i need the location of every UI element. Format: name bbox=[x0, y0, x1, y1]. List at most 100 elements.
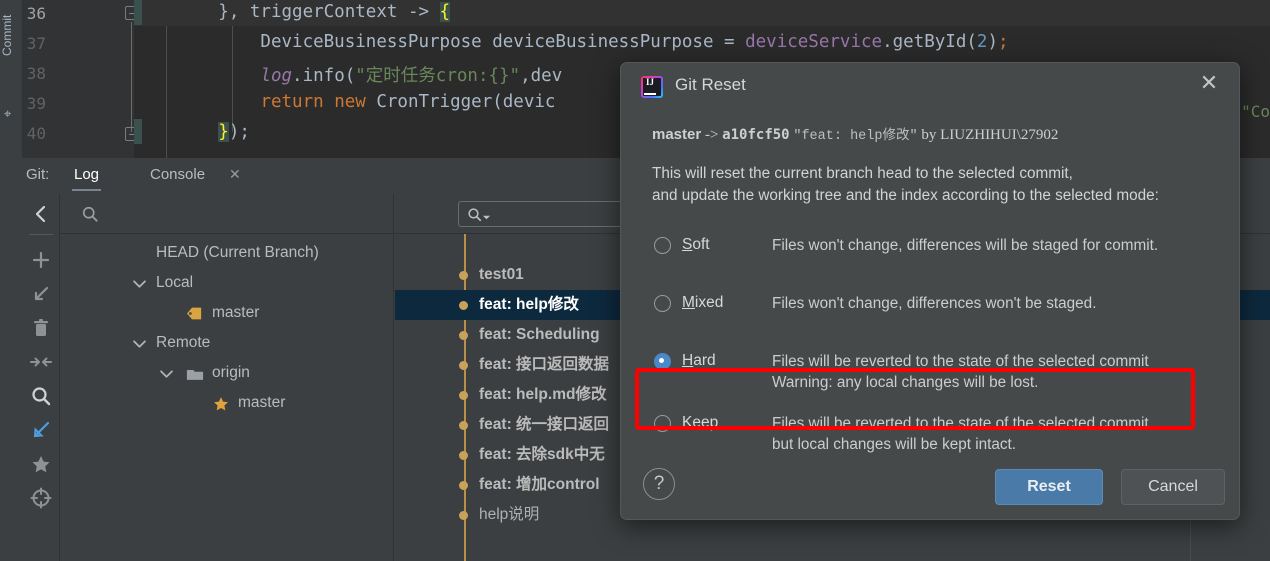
tree-item-remote[interactable]: Remote bbox=[60, 328, 394, 358]
editor-gutter[interactable]: 36 37 38 39 40 − − bbox=[22, 0, 139, 158]
checkout-icon[interactable] bbox=[29, 282, 53, 306]
editor-right-fragment: "Co bbox=[1241, 102, 1270, 121]
toolbar-divider bbox=[29, 234, 53, 235]
reset-commit-hash: a10fcf50 bbox=[722, 127, 790, 143]
tree-item-local[interactable]: Local bbox=[60, 268, 394, 298]
favorite-star-icon[interactable] bbox=[212, 395, 230, 412]
chevron-down-icon[interactable] bbox=[160, 369, 173, 378]
branch-tag-icon bbox=[187, 307, 202, 320]
chevron-down-icon[interactable] bbox=[133, 279, 146, 288]
line-number: 37 bbox=[26, 34, 46, 53]
app-root: Commit ⌖ 36 37 38 39 40 − − }, triggerCo… bbox=[0, 0, 1270, 561]
reset-arrow: -> bbox=[704, 127, 719, 143]
commit-node-icon bbox=[459, 271, 468, 280]
code-line-38: log.info("定时任务cron:{}",dev bbox=[260, 66, 563, 86]
line-number: 36 bbox=[26, 4, 46, 23]
radio-keep-label: Keep bbox=[682, 414, 719, 431]
git-window-title: Git: bbox=[26, 166, 50, 183]
tree-item-head[interactable]: HEAD (Current Branch) bbox=[60, 238, 394, 268]
commit-branch-icon: ⌖ bbox=[4, 107, 12, 122]
commit-node-icon bbox=[459, 301, 468, 310]
dialog-description: This will reset the current branch head … bbox=[652, 163, 1212, 207]
commit-node-icon bbox=[459, 511, 468, 520]
target-icon[interactable] bbox=[29, 486, 53, 510]
search-icon bbox=[82, 206, 98, 222]
reset-branch-name: master bbox=[652, 126, 702, 143]
tree-item-label: master bbox=[238, 394, 286, 411]
radio-mixed-description: Files won't change, differences won't be… bbox=[772, 295, 1097, 312]
tree-item-label: Local bbox=[156, 274, 194, 291]
tree-item-label: Remote bbox=[156, 334, 211, 351]
radio-hard-description: Files will be reverted to the state of t… bbox=[772, 353, 1149, 391]
code-line-40: }); bbox=[218, 122, 250, 142]
commit-subject: test01 bbox=[479, 266, 524, 283]
tree-item-origin[interactable]: origin bbox=[60, 358, 394, 388]
commit-node-icon bbox=[459, 391, 468, 400]
commit-subject: feat: help.md修改 bbox=[479, 386, 607, 403]
radio-soft-label: Soft bbox=[682, 236, 710, 253]
radio-option-mixed[interactable]: Mixed Files won't change, differences wo… bbox=[652, 286, 1222, 336]
search-icon[interactable] bbox=[29, 384, 53, 408]
dialog-description-line1: This will reset the current branch head … bbox=[652, 165, 1073, 182]
go-to-selected-icon[interactable] bbox=[29, 418, 53, 442]
tab-console[interactable]: Console bbox=[148, 164, 207, 189]
intellij-icon-text: IJ bbox=[645, 77, 654, 87]
code-line-39: return new CronTrigger(devic bbox=[260, 92, 556, 112]
git-log-toolbar bbox=[22, 194, 60, 561]
radio-option-soft[interactable]: Soft Files won't change, differences wil… bbox=[652, 228, 1222, 278]
branch-search-input[interactable] bbox=[106, 202, 376, 226]
dialog-description-line2: and update the working tree and the inde… bbox=[652, 187, 1159, 204]
branch-filter-field[interactable] bbox=[60, 194, 394, 234]
tree-item-origin-master[interactable]: master bbox=[60, 388, 394, 418]
commit-subject: feat: 统一接口返回 bbox=[479, 416, 610, 433]
radio-mixed-indicator[interactable] bbox=[654, 295, 671, 312]
commit-subject: help说明 bbox=[479, 506, 540, 523]
commit-node-icon bbox=[459, 331, 468, 340]
favorite-star-icon[interactable] bbox=[29, 452, 53, 476]
commit-node-icon bbox=[459, 451, 468, 460]
git-reset-dialog[interactable]: IJ Git Reset ✕ master -> a10fcf50 "feat:… bbox=[620, 62, 1240, 520]
collapse-left-icon[interactable] bbox=[29, 202, 53, 226]
radio-hard-indicator[interactable] bbox=[654, 353, 671, 370]
reset-commit-message: "feat: help修改" bbox=[793, 129, 918, 144]
left-tool-rail: Structure bbox=[0, 158, 22, 561]
reset-commit-author: LIUZHIHUI\27902 bbox=[940, 127, 1059, 143]
line-number: 40 bbox=[26, 124, 46, 143]
commit-subject: feat: 接口返回数据 bbox=[479, 356, 610, 373]
commit-tool-label[interactable]: Commit bbox=[0, 0, 14, 56]
commit-subject: feat: 去除sdk中无 bbox=[479, 446, 605, 463]
add-icon[interactable] bbox=[29, 248, 53, 272]
radio-hard-label: Hard bbox=[682, 352, 716, 369]
delete-icon[interactable] bbox=[29, 316, 53, 340]
reset-target-summary: master -> a10fcf50 "feat: help修改" by LIU… bbox=[652, 123, 1058, 144]
chevron-down-icon[interactable] bbox=[482, 213, 491, 222]
radio-soft-indicator[interactable] bbox=[654, 237, 671, 254]
reset-button[interactable]: Reset bbox=[995, 469, 1103, 505]
folder-icon bbox=[186, 369, 204, 380]
dialog-title: Git Reset bbox=[675, 75, 746, 94]
code-line-37: DeviceBusinessPurpose deviceBusinessPurp… bbox=[134, 32, 1009, 52]
radio-soft-description: Files won't change, differences will be … bbox=[772, 237, 1159, 254]
radio-option-keep[interactable]: Keep Files will be reverted to the state… bbox=[652, 406, 1222, 466]
chevron-down-icon[interactable] bbox=[133, 339, 146, 348]
help-button[interactable]: ? bbox=[643, 468, 675, 500]
close-icon[interactable]: ✕ bbox=[1195, 71, 1223, 99]
reset-by-word: by bbox=[921, 127, 937, 143]
code-line-36: }, triggerContext -> { bbox=[134, 2, 451, 22]
radio-mixed-label: Mixed bbox=[682, 294, 724, 311]
tree-item-label: origin bbox=[212, 364, 250, 381]
radio-keep-indicator[interactable] bbox=[654, 415, 671, 432]
tab-log[interactable]: Log bbox=[72, 164, 102, 191]
line-number: 39 bbox=[26, 94, 46, 113]
branch-tree[interactable]: HEAD (Current Branch) Local master Remot… bbox=[60, 234, 394, 561]
commit-node-icon bbox=[459, 361, 468, 370]
tree-item-label: master bbox=[212, 304, 260, 321]
tree-item-local-master[interactable]: master bbox=[60, 298, 394, 328]
tab-console-close-icon[interactable]: ✕ bbox=[229, 166, 241, 183]
cancel-button[interactable]: Cancel bbox=[1121, 469, 1225, 505]
intellij-idea-icon: IJ bbox=[641, 76, 663, 98]
radio-option-hard[interactable]: Hard Files will be reverted to the state… bbox=[652, 344, 1222, 404]
merge-icon[interactable] bbox=[29, 350, 53, 374]
line-number: 38 bbox=[26, 64, 46, 83]
radio-keep-description: Files will be reverted to the state of t… bbox=[772, 415, 1153, 453]
